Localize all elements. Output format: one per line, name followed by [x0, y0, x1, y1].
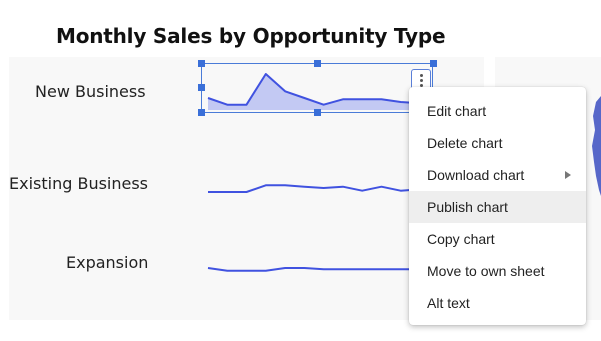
menu-item-label: Copy chart	[427, 231, 495, 247]
resize-handle-middle-left[interactable]	[198, 84, 205, 91]
menu-item-label: Publish chart	[427, 199, 508, 215]
menu-item-alt-text[interactable]: Alt text	[409, 287, 586, 319]
sparkline-expansion[interactable]	[207, 232, 428, 274]
sparkline-series-line	[207, 267, 420, 272]
menu-item-publish-chart[interactable]: Publish chart	[409, 191, 586, 223]
resize-handle-bottom-middle[interactable]	[314, 109, 321, 116]
row-label-expansion: Expansion	[66, 253, 149, 272]
menu-item-copy-chart[interactable]: Copy chart	[409, 223, 586, 255]
menu-item-label: Alt text	[427, 295, 470, 311]
menu-item-label: Download chart	[427, 167, 525, 183]
resize-handle-top-left[interactable]	[198, 60, 205, 67]
sheet-title: Monthly Sales by Opportunity Type	[56, 24, 446, 48]
resize-handle-top-middle[interactable]	[314, 60, 321, 67]
menu-item-label: Edit chart	[427, 103, 487, 119]
row-label-new-business: New Business	[35, 82, 146, 101]
chart-selection-frame[interactable]	[201, 63, 433, 113]
chart-context-menu: Edit chart Delete chart Download chart P…	[409, 87, 586, 325]
menu-item-label: Move to own sheet	[427, 263, 545, 279]
menu-item-download-chart[interactable]: Download chart	[409, 159, 586, 191]
menu-item-move-to-own-sheet[interactable]: Move to own sheet	[409, 255, 586, 287]
menu-item-label: Delete chart	[427, 135, 503, 151]
sparkline-existing-business[interactable]	[208, 152, 428, 194]
menu-item-edit-chart[interactable]: Edit chart	[409, 95, 586, 127]
adjacent-map-chart	[592, 96, 601, 196]
resize-handle-bottom-left[interactable]	[198, 109, 205, 116]
resize-handle-top-right[interactable]	[430, 60, 437, 67]
row-label-existing-business: Existing Business	[9, 174, 149, 193]
sparkline-series-line	[208, 184, 421, 193]
submenu-arrow-icon	[565, 171, 571, 179]
menu-item-delete-chart[interactable]: Delete chart	[409, 127, 586, 159]
